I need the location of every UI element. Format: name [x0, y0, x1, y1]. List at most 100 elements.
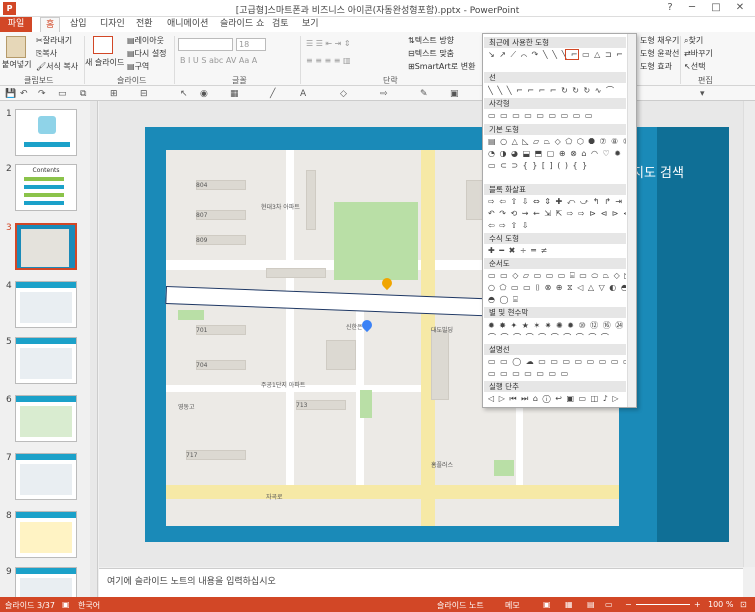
restore-button[interactable]: □ [706, 2, 726, 13]
format-painter-button[interactable]: 🖌 서식 복사 [36, 61, 78, 72]
slide-thumbnail-6[interactable] [15, 395, 77, 442]
font-name-box[interactable] [178, 38, 233, 51]
line-icon[interactable]: ╱ [270, 89, 275, 99]
find-button[interactable]: ⌕ 찾기 [684, 35, 703, 46]
slide-thumbnail-7[interactable] [15, 453, 77, 500]
dropdown-icon[interactable]: ▾ [700, 89, 705, 99]
redo-icon[interactable]: ↷ [38, 89, 46, 99]
slide-thumbnail-8[interactable] [15, 511, 77, 558]
help-button[interactable]: ? [660, 2, 680, 13]
normal-view-icon[interactable]: ▣ [543, 600, 551, 609]
shape-outline-button[interactable]: 도형 윤곽선 [640, 48, 679, 59]
tab-transitions[interactable]: 전환 [136, 17, 153, 32]
shape-effects-button[interactable]: 도형 효과 [640, 61, 672, 72]
new-slide-icon[interactable] [93, 36, 113, 54]
canvas-scrollbar[interactable] [743, 101, 755, 567]
reading-view-icon[interactable]: ▤ [587, 600, 595, 609]
gallery-scrollbar[interactable] [627, 34, 636, 407]
shape-row-callouts[interactable]: ▭ ▭ ◯ ☁ ▭ ▭ ▭ ▭ ▭ ▭ ▭ ▭ ▭ ▭ [488, 357, 626, 367]
smartart-button[interactable]: ⊞ SmartArt로 변환 [408, 61, 475, 72]
color-icon[interactable]: ◉ [200, 89, 208, 99]
slide-thumbnail-2[interactable]: Contents [15, 164, 77, 211]
cut-button[interactable]: ✂ 잘라내기 [36, 35, 72, 46]
slide-title[interactable]: 지도 검색 [632, 162, 684, 181]
spellcheck-icon[interactable]: ▣ [62, 600, 70, 609]
section-button[interactable]: ▤ 구역 [127, 61, 149, 72]
list-buttons[interactable]: ☰ ☰ ⇤ ⇥ ⇕ [306, 39, 351, 48]
align-icon[interactable]: ⊟ [140, 89, 148, 99]
shape-row-basic[interactable]: ▭ ⊂ ⊃ { } [ ] ( ) { } [488, 161, 626, 171]
layout-button[interactable]: ▤ 레이아웃 [127, 35, 164, 46]
language-indicator[interactable]: 한국어 [78, 600, 100, 611]
zoom-out-icon[interactable]: − [625, 600, 632, 609]
slide-thumbnail-1[interactable] [15, 109, 77, 156]
shape-row-basic[interactable]: ◔ ◑ ◕ ⬓ ⬒ ▢ ⊕ ⊗ ⌂ ◠ ♡ ✹ ☾ ⌇ [488, 149, 626, 159]
shape-row-block-arrows[interactable]: ↶ ↷ ⟲ ⇝ ⇜ ⇲ ⇱ ⇨ ⇨ ⊳ ⊲ ⊳ ⊲ ⊳ [488, 209, 626, 219]
shape-row-callouts[interactable]: ▭ ▭ ▭ ▭ ▭ ▭ ▭ [488, 369, 626, 379]
text-icon[interactable]: A [300, 89, 306, 99]
text-direction-button[interactable]: ⇅ 텍스트 방향 [408, 35, 454, 46]
shape-row-block-arrows[interactable]: ⇨ ⇦ ⇧ ⇩ ⇔ ⇕ ✚ ⤺ ⤻ ↰ ↱ ⇥ ⇤ ⇪ [488, 197, 626, 207]
tab-design[interactable]: 디자인 [100, 17, 125, 32]
reset-button[interactable]: ▤ 다시 설정 [127, 48, 167, 59]
notes-button[interactable]: 슬라이드 노트 [437, 600, 484, 611]
save-icon[interactable]: 💾 [5, 89, 16, 99]
shape-fill-button[interactable]: 도형 채우기 [640, 35, 679, 46]
notes-pane[interactable]: 여기에 슬라이드 노트의 내용을 입력하십시오 [99, 568, 743, 597]
shape-row-basic[interactable]: ▤ ○ △ ◺ ▱ ⏢ ◇ ⬠ ⬡ ⯃ ⑦ ⑧ ⑩ [488, 137, 626, 147]
tab-slideshow[interactable]: 슬라이드 쇼 [220, 17, 264, 32]
slideshow-icon[interactable]: ▭ [605, 600, 613, 609]
copy-button[interactable]: ⎘ 복사 [36, 48, 57, 59]
zoom-slider[interactable] [636, 604, 690, 605]
tab-file[interactable]: 파일 [0, 17, 32, 32]
arrow-icon[interactable]: ⇨ [380, 89, 388, 99]
align-buttons[interactable]: ≡ ≡ ≡ ≡ ▥ [306, 56, 351, 65]
tab-view[interactable]: 보기 [302, 17, 319, 32]
shape-row-rectangles[interactable]: ▭ ▭ ▭ ▭ ▭ ▭ ▭ ▭ ▭ [488, 111, 626, 121]
shape-row-block-arrows[interactable]: ⇦ ⇨ ⇧ ⇩ [488, 221, 626, 231]
minimize-button[interactable]: ─ [682, 2, 702, 13]
align-text-button[interactable]: ⊟ 텍스트 맞춤 [408, 48, 454, 59]
undo-icon[interactable]: ↶ [20, 89, 28, 99]
tab-review[interactable]: 검토 [272, 17, 289, 32]
fit-slide-icon[interactable]: ⊡ [740, 600, 747, 609]
pen-icon[interactable]: ✎ [420, 89, 428, 99]
picture-icon[interactable]: ▣ [450, 89, 459, 99]
paste-button[interactable]: 붙여넣기 [2, 59, 31, 70]
shape-row-stars[interactable]: ✹ ✸ ✦ ★ ✶ ✷ ✺ ✹ ⑩ ⑫ ⑯ ㉔ ㉜ [488, 320, 626, 330]
font-size-box[interactable]: 18 [236, 38, 266, 51]
slide-thumbnail-3[interactable] [15, 223, 77, 270]
zoom-level[interactable]: 100 % [708, 600, 733, 609]
zoom-in-icon[interactable]: + [694, 600, 701, 609]
shape-icon[interactable]: ◇ [340, 89, 347, 99]
shape-row-action-buttons[interactable]: ◁ ▷ ⏮ ⏭ ⌂ ⓘ ↩ ▣ ▭ ◫ ♪ ▷ [488, 394, 626, 404]
shape-row-flowchart[interactable]: ▭ ▭ ◇ ▱ ▭ ▭ ▭ ⌸ ▭ ⬭ ⏢ ◇ ◺ ◫ [488, 271, 626, 281]
shape-row-equation[interactable]: ✚ ━ ✖ ÷ ═ ≠ [488, 246, 626, 256]
cursor-icon[interactable]: ↖ [180, 89, 188, 99]
shape-row-lines[interactable]: ╲ ╲ ╲ ⌐ ⌐ ⌐ ⌐ ↻ ↻ ↻ ∿ ⌒ [488, 85, 626, 95]
shapes-gallery[interactable]: 최근에 사용한 도형 ↘ ↗ ⟋ ⌒ ↷ ╲ ╲ ╲ ⌐ ▭ △ ⊐ ⌐ ⊳ 선… [482, 33, 637, 408]
select-button[interactable]: ↖ 선택 [684, 61, 705, 72]
tab-animations[interactable]: 애니메이션 [167, 17, 208, 32]
chart-icon[interactable]: ▦ [230, 89, 239, 99]
comments-button[interactable]: 메모 [505, 600, 520, 611]
slide-thumbnail-9[interactable] [15, 567, 77, 597]
shape-row-stars[interactable]: ⌒ ⌒ ⌒ ⌒ ⌒ ⌒ ⌒ ⌒ ⌒ ⌒ [488, 332, 626, 342]
shape-row-flowchart[interactable]: ◓ ◯ ⌸ [488, 295, 626, 305]
paste-icon[interactable] [6, 36, 26, 58]
shape-row-recent[interactable]: ↘ ↗ ⟋ ⌒ ↷ ╲ ╲ ╲ ⌐ ▭ △ ⊐ ⌐ ⊳ [488, 50, 626, 60]
font-format-buttons[interactable]: B I U S abc AV Aa A [180, 56, 257, 65]
selected-shape-rectangle[interactable] [565, 49, 579, 60]
close-button[interactable]: ✕ [730, 2, 750, 13]
new-slide-icon[interactable]: ▭ [58, 89, 67, 99]
tab-home[interactable]: 홈 [40, 17, 61, 32]
slide-thumbnail-4[interactable] [15, 281, 77, 328]
tab-insert[interactable]: 삽입 [70, 17, 87, 32]
slide-sorter-icon[interactable]: ▦ [565, 600, 573, 609]
group-icon[interactable]: ⊞ [110, 89, 118, 99]
slides-panel-scrollbar[interactable] [90, 101, 97, 597]
new-slide-button[interactable]: 새 슬라이드 [85, 57, 124, 68]
shape-row-flowchart[interactable]: ○ ⬠ ▭ ▭ ⌷ ⊗ ⊕ ⧖ ◁ △ ▽ ◐ ◓ ◑ [488, 283, 626, 293]
slide-thumbnail-5[interactable] [15, 337, 77, 384]
bring-forward-icon[interactable]: ⧉ [80, 89, 86, 99]
